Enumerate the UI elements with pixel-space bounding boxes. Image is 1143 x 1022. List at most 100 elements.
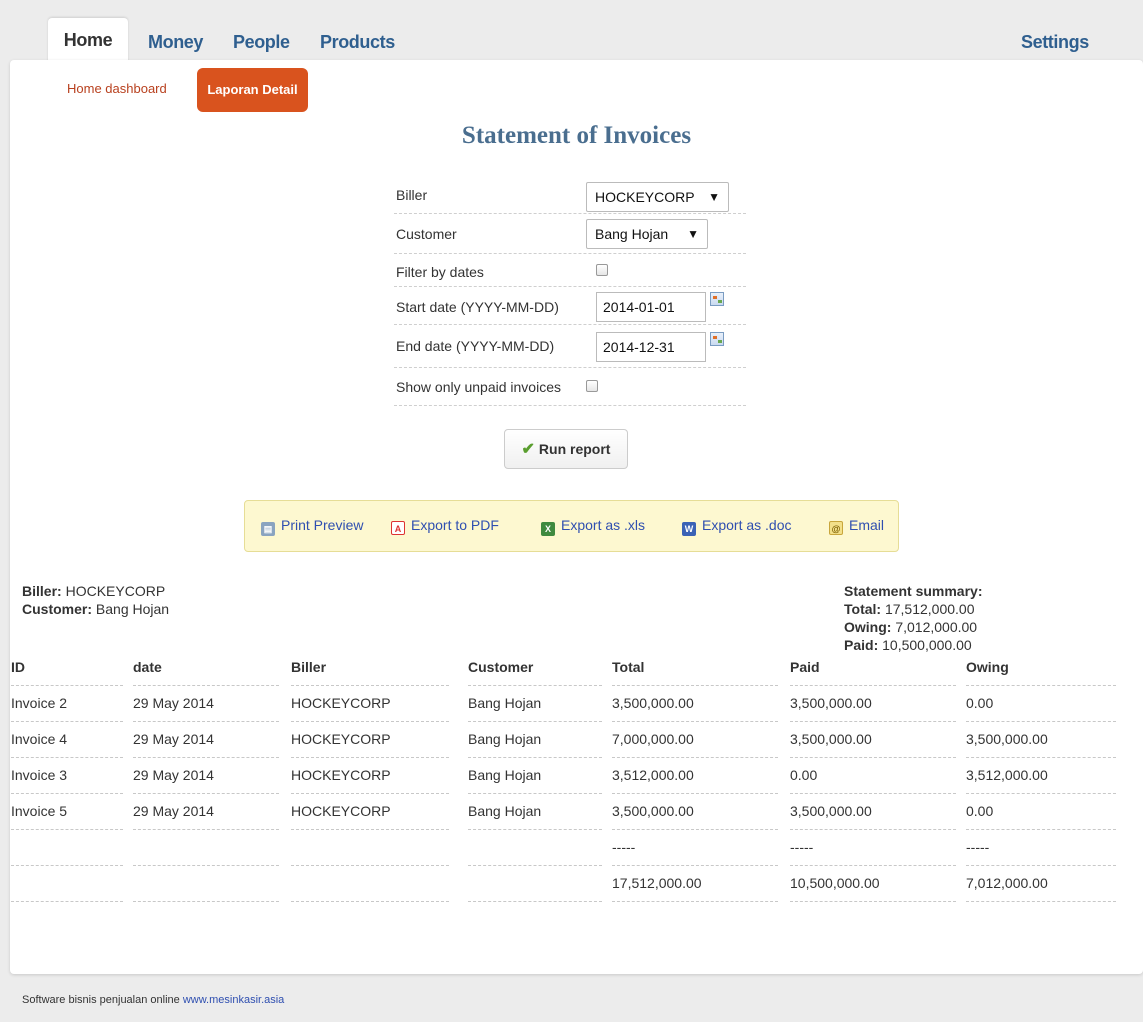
table-cell: Invoice 5	[11, 794, 123, 830]
biller-label: Biller	[396, 187, 428, 203]
filter-dates-label: Filter by dates	[396, 264, 484, 280]
table-cell: 3,512,000.00	[612, 758, 778, 794]
footer: Software bisnis penjualan online www.mes…	[22, 994, 285, 1006]
table-cell: -----	[790, 830, 956, 866]
table-cell: Biller	[291, 650, 449, 686]
table-cell	[468, 866, 602, 902]
biller-select[interactable]: HOCKEYCORP ▼	[586, 182, 729, 212]
table-cell: HOCKEYCORP	[291, 722, 449, 758]
table-cell	[11, 866, 123, 902]
table-cell	[291, 866, 449, 902]
form-row-unpaid: Show only unpaid invoices	[394, 368, 746, 406]
export-doc-link[interactable]: W Export as .doc	[682, 517, 792, 536]
table-cell	[291, 830, 449, 866]
start-date-input[interactable]: 2014-01-01	[596, 292, 706, 322]
table-cell: ID	[11, 650, 123, 686]
table-cell: Bang Hojan	[468, 794, 602, 830]
word-icon: W	[682, 522, 696, 536]
table-cell: date	[133, 650, 279, 686]
subnav-laporan-detail[interactable]: Laporan Detail	[197, 68, 308, 112]
excel-icon: X	[541, 522, 555, 536]
form-row-end-date: End date (YYYY-MM-DD) 2014-12-31	[394, 325, 746, 368]
table-cell: 3,500,000.00	[966, 722, 1116, 758]
tab-products[interactable]: Products	[320, 24, 395, 62]
tab-settings[interactable]: Settings	[1021, 24, 1089, 62]
table-cell: 7,000,000.00	[612, 722, 778, 758]
page-title: Statement of Invoices	[461, 122, 692, 149]
end-date-input[interactable]: 2014-12-31	[596, 332, 706, 362]
table-cell: HOCKEYCORP	[291, 794, 449, 830]
table-cell: 29 May 2014	[133, 758, 279, 794]
form-row-filter-dates: Filter by dates	[394, 254, 746, 287]
table-cell: 29 May 2014	[133, 686, 279, 722]
printer-icon: ▤	[261, 522, 275, 536]
tab-money[interactable]: Money	[148, 24, 203, 62]
form-row-biller: Biller HOCKEYCORP ▼	[394, 176, 746, 214]
unpaid-checkbox[interactable]	[586, 380, 598, 392]
table-cell: 3,500,000.00	[790, 686, 956, 722]
checkmark-icon: ✔	[521, 441, 535, 458]
table-cell: 29 May 2014	[133, 722, 279, 758]
table-cell: 3,500,000.00	[790, 722, 956, 758]
table-cell: Invoice 4	[11, 722, 123, 758]
info-customer: Customer: Bang Hojan	[22, 601, 170, 617]
table-cell: 29 May 2014	[133, 794, 279, 830]
tab-home[interactable]: Home	[48, 18, 128, 64]
export-toolbar: ▤ Print Preview A Export to PDF X Export as…	[244, 500, 899, 552]
table-cell: HOCKEYCORP	[291, 686, 449, 722]
table-cell: 7,012,000.00	[966, 866, 1116, 902]
table-cell: 0.00	[966, 794, 1116, 830]
unpaid-label: Show only unpaid invoices	[396, 379, 561, 395]
table-cell: Owing	[966, 650, 1116, 686]
table-cell	[133, 830, 279, 866]
table-cell: Invoice 2	[11, 686, 123, 722]
table-cell	[11, 830, 123, 866]
calendar-icon[interactable]	[710, 332, 724, 346]
form-row-customer: Customer Bang Hojan ▼	[394, 214, 746, 254]
table-cell: 0.00	[790, 758, 956, 794]
run-report-button[interactable]: ✔ Run report	[504, 429, 628, 469]
table-cell: 3,512,000.00	[966, 758, 1116, 794]
dropdown-arrow-icon: ▼	[708, 190, 720, 204]
table-cell: Paid	[790, 650, 956, 686]
table-cell: 0.00	[966, 686, 1116, 722]
top-tab-bar: Home Money People Products Settings	[0, 0, 1143, 64]
customer-label: Customer	[396, 226, 457, 242]
summary-owing: Owing: 7,012,000.00	[844, 619, 978, 635]
table-cell: Bang Hojan	[468, 722, 602, 758]
summary-total: Total: 17,512,000.00	[844, 601, 975, 617]
table-cell: Bang Hojan	[468, 686, 602, 722]
end-date-label: End date (YYYY-MM-DD)	[396, 338, 555, 354]
table-cell: Customer	[468, 650, 602, 686]
table-cell: -----	[612, 830, 778, 866]
dropdown-arrow-icon: ▼	[687, 227, 699, 241]
summary-heading: Statement summary:	[844, 583, 983, 599]
form-row-start-date: Start date (YYYY-MM-DD) 2014-01-01	[394, 287, 746, 325]
table-cell	[468, 830, 602, 866]
table-cell: 3,500,000.00	[612, 794, 778, 830]
footer-link[interactable]: www.mesinkasir.asia	[183, 994, 284, 1006]
table-cell: -----	[966, 830, 1116, 866]
print-preview-link[interactable]: ▤ Print Preview	[261, 517, 363, 536]
calendar-icon[interactable]	[710, 292, 724, 306]
biller-select-value: HOCKEYCORP	[595, 189, 695, 205]
customer-select[interactable]: Bang Hojan ▼	[586, 219, 708, 249]
table-cell: 10,500,000.00	[790, 866, 956, 902]
info-biller: Biller: HOCKEYCORP	[22, 583, 166, 599]
table-cell: HOCKEYCORP	[291, 758, 449, 794]
table-cell	[133, 866, 279, 902]
start-date-label: Start date (YYYY-MM-DD)	[396, 299, 559, 315]
email-link[interactable]: @ Email	[829, 517, 884, 535]
table-cell: 3,500,000.00	[790, 794, 956, 830]
export-xls-link[interactable]: X Export as .xls	[541, 517, 645, 536]
table-cell: Invoice 3	[11, 758, 123, 794]
pdf-icon: A	[391, 521, 405, 535]
customer-select-value: Bang Hojan	[595, 226, 669, 242]
export-pdf-link[interactable]: A Export to PDF	[391, 517, 499, 535]
table-cell: 3,500,000.00	[612, 686, 778, 722]
table-cell: 17,512,000.00	[612, 866, 778, 902]
tab-people[interactable]: People	[233, 24, 290, 62]
filter-dates-checkbox[interactable]	[596, 264, 608, 276]
subnav-home-dashboard[interactable]: Home dashboard	[67, 81, 167, 96]
table-cell: Bang Hojan	[468, 758, 602, 794]
